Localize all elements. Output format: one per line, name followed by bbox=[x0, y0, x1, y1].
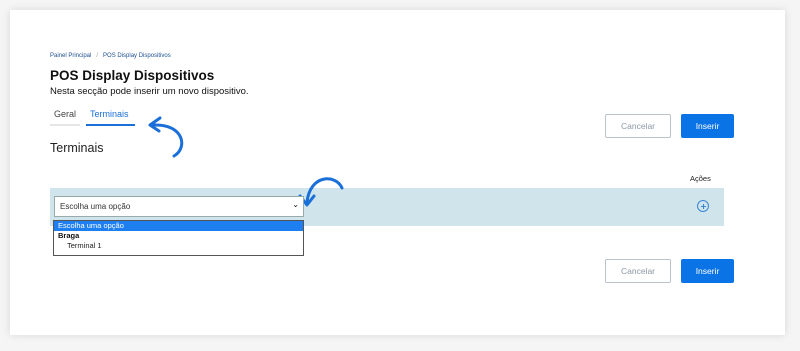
tab-geral[interactable]: Geral bbox=[50, 107, 81, 126]
terminal-select-value: Escolha uma opção bbox=[60, 202, 131, 211]
breadcrumb-home-link[interactable]: Painel Principal bbox=[50, 53, 91, 59]
chevron-down-icon: ⌄ bbox=[292, 200, 299, 209]
insert-button-top[interactable]: Inserir bbox=[681, 114, 734, 138]
insert-button-bottom[interactable]: Inserir bbox=[681, 259, 734, 283]
curved-arrow-icon bbox=[148, 116, 184, 158]
tab-terminais[interactable]: Terminais bbox=[86, 107, 135, 126]
terminal-select-dropdown: Escolha uma opção Braga Terminal 1 bbox=[53, 220, 304, 256]
breadcrumb-separator: / bbox=[96, 53, 99, 59]
tab-bar: Geral Terminais bbox=[50, 107, 135, 126]
select-optgroup-braga: Braga bbox=[58, 231, 80, 240]
select-option-default[interactable]: Escolha uma opção bbox=[54, 221, 303, 231]
breadcrumb-current: POS Display Dispositivos bbox=[103, 53, 171, 59]
select-option-terminal-1[interactable]: Terminal 1 bbox=[54, 241, 303, 251]
plus-circle-icon[interactable] bbox=[697, 200, 709, 212]
page-subtitle: Nesta secção pode inserir um novo dispos… bbox=[50, 86, 249, 97]
page-title: POS Display Dispositivos bbox=[50, 68, 215, 83]
section-title: Terminais bbox=[50, 141, 104, 155]
terminal-select[interactable]: Escolha uma opção ⌄ bbox=[54, 196, 304, 217]
cancel-button-top[interactable]: Cancelar bbox=[605, 114, 671, 138]
cancel-button-bottom[interactable]: Cancelar bbox=[605, 259, 671, 283]
breadcrumb: Painel Principal / POS Display Dispositi… bbox=[50, 53, 171, 59]
actions-column-header: Ações bbox=[690, 174, 711, 183]
